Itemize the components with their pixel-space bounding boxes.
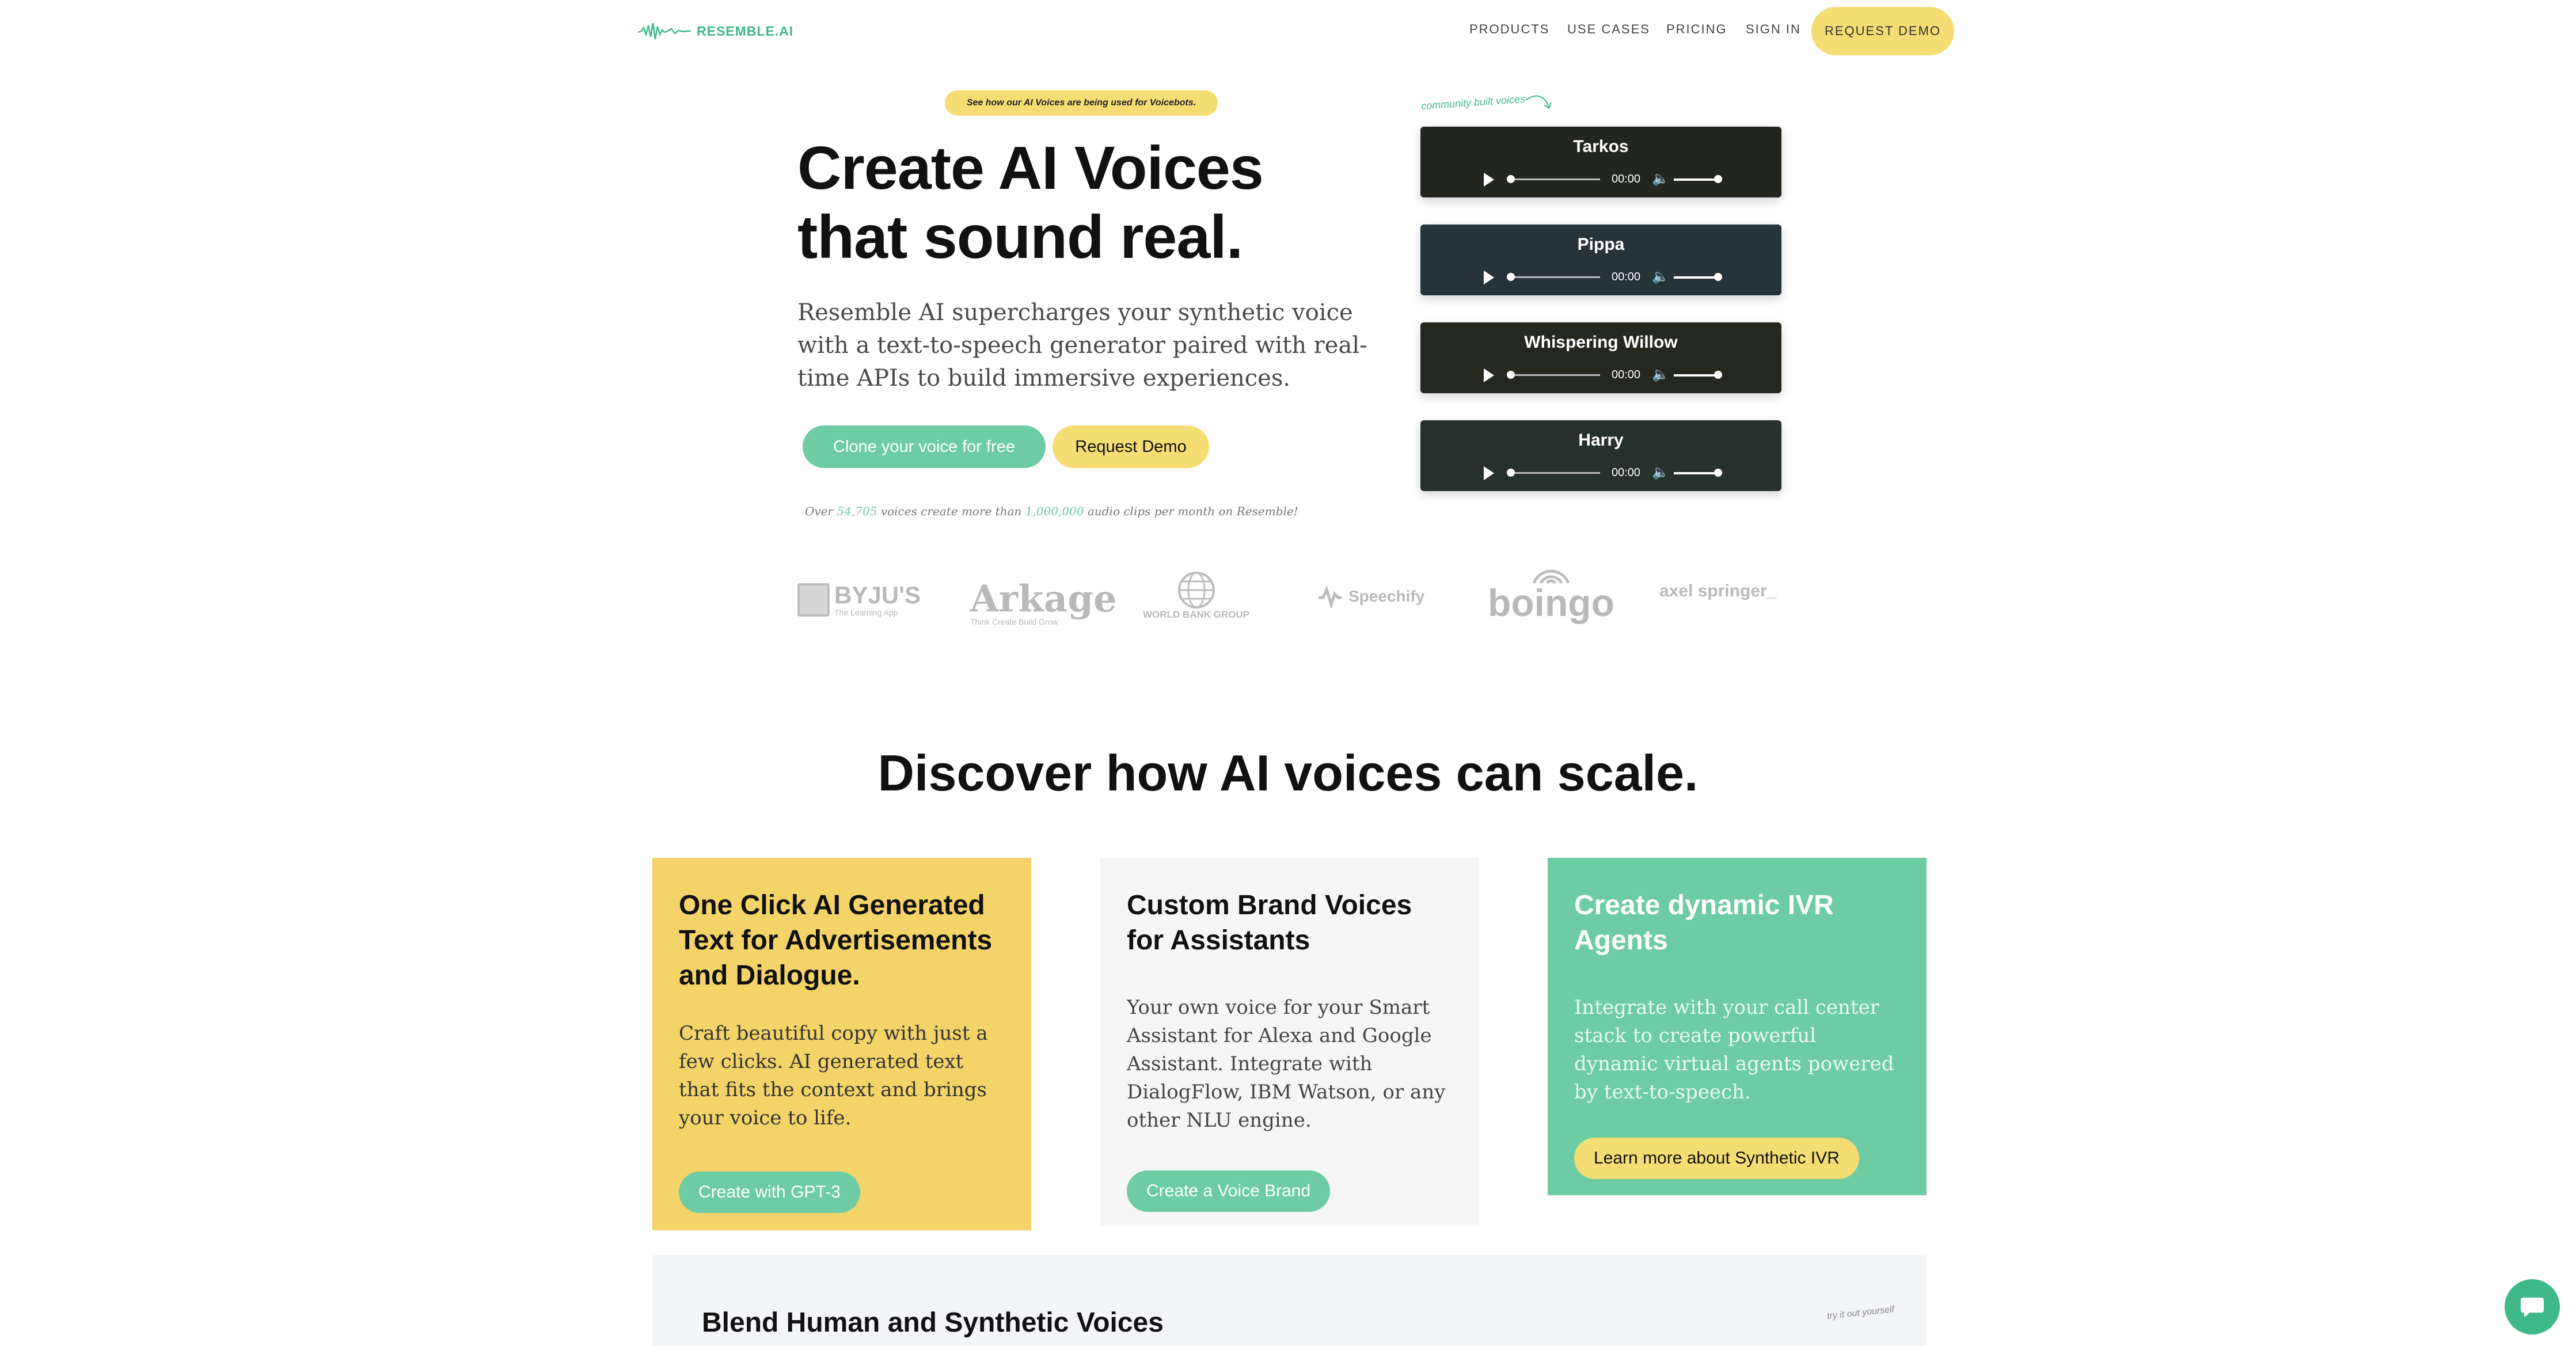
card-title: Custom Brand Voices for Assistants (1127, 890, 1412, 956)
volume-icon[interactable]: 🔈 (1652, 270, 1669, 284)
axel-springer-logo: axel springer_ (1659, 581, 1776, 601)
world-bank-logo-text: WORLD BANK GROUP (1143, 609, 1250, 620)
chat-launcher-button[interactable] (2505, 1279, 2560, 1334)
speechify-logo-text: Speechify (1348, 587, 1425, 605)
volume-handle[interactable] (1714, 371, 1722, 379)
nav-use-cases[interactable]: USE CASES (1567, 22, 1650, 37)
boingo-logo: boingo (1488, 567, 1614, 624)
request-demo-nav-button[interactable]: REQUEST DEMO (1811, 7, 1954, 55)
volume-slider[interactable] (1674, 374, 1718, 377)
community-voices-note: community built voices (1420, 93, 1526, 112)
world-bank-logo: WORLD BANK GROUP (1143, 570, 1249, 619)
voice-name: Tarkos (1573, 137, 1629, 156)
request-demo-button[interactable]: Request Demo (1053, 425, 1209, 468)
volume-handle[interactable] (1714, 469, 1722, 477)
arkage-logo-text: Arkage (970, 577, 1117, 621)
hero-subtitle: Resemble AI supercharges your synthetic … (797, 299, 1367, 391)
seek-bar[interactable] (1508, 178, 1600, 180)
volume-handle[interactable] (1714, 273, 1722, 281)
logo-text: RESEMBLE.AI (697, 23, 794, 39)
voice-player-whispering-willow: Whispering Willow 00:00 🔈 (1420, 322, 1781, 393)
byjus-logo: BYJU'S The Learning App (797, 583, 921, 617)
volume-slider[interactable] (1674, 178, 1718, 181)
voicebots-announcement-pill[interactable]: See how our AI Voices are being used for… (945, 90, 1218, 116)
volume-icon[interactable]: 🔈 (1652, 466, 1669, 480)
voice-name: Pippa (1577, 235, 1625, 254)
hero-title-line-2: that sound real. (797, 203, 1243, 271)
usage-stats: Over 54,705 voices create more than 1,00… (805, 504, 1298, 518)
resemble-fill-title: Blend Human and Synthetic Voices with Re… (702, 1307, 1164, 1346)
play-icon[interactable] (1484, 173, 1494, 187)
time-display: 00:00 (1612, 271, 1641, 283)
voice-name: Whispering Willow (1524, 333, 1678, 352)
volume-handle[interactable] (1714, 175, 1722, 183)
seek-handle[interactable] (1507, 371, 1515, 379)
byjus-mark-icon (797, 583, 830, 617)
chat-bubble-icon (2521, 1298, 2544, 1317)
stats-voices-count: 54,705 (837, 504, 877, 518)
arkage-logo: Arkage Think Create Build Grow (970, 577, 1117, 627)
stats-clips-count: 1,000,000 (1025, 504, 1084, 518)
play-icon[interactable] (1484, 271, 1494, 284)
stats-middle: voices create more than (880, 504, 1022, 518)
globe-icon (1177, 572, 1215, 609)
voice-player-tarkos: Tarkos 00:00 🔈 (1420, 127, 1781, 197)
waveform-logo-icon (638, 22, 691, 40)
seek-bar[interactable] (1508, 276, 1600, 278)
card-gpt3-ads: One Click AI Generated Text for Advertis… (652, 858, 1031, 1230)
seek-bar[interactable] (1508, 374, 1600, 376)
play-icon[interactable] (1484, 368, 1494, 382)
hero-title-line-1: Create AI Voices (797, 134, 1264, 202)
boingo-logo-text: boingo (1488, 581, 1614, 624)
card-body: Your own voice for your Smart Assistant … (1127, 996, 1446, 1132)
create-with-gpt3-button[interactable]: Create with GPT-3 (679, 1172, 860, 1213)
volume-icon[interactable]: 🔈 (1652, 172, 1669, 186)
volume-icon[interactable]: 🔈 (1652, 368, 1669, 382)
time-display: 00:00 (1612, 173, 1641, 185)
seek-handle[interactable] (1507, 273, 1515, 281)
play-icon[interactable] (1484, 466, 1494, 480)
time-display: 00:00 (1612, 466, 1641, 479)
speechify-logo: Speechify (1317, 585, 1424, 608)
seek-handle[interactable] (1507, 175, 1515, 183)
voice-player-pippa: Pippa 00:00 🔈 (1420, 225, 1781, 295)
stats-suffix: audio clips per month on Resemble! (1087, 504, 1298, 518)
logo[interactable]: RESEMBLE.AI (638, 17, 793, 45)
try-it-note: try it out yourself (1826, 1304, 1895, 1322)
time-display: 00:00 (1612, 368, 1641, 381)
byjus-logo-subtext: The Learning App (834, 608, 898, 617)
resemble-fill-section: Blend Human and Synthetic Voices with Re… (652, 1255, 1926, 1346)
seek-bar[interactable] (1508, 472, 1600, 474)
card-body: Craft beautiful copy with just a few cli… (679, 1022, 988, 1130)
arkage-logo-subtext: Think Create Build Grow (970, 617, 1058, 626)
volume-slider[interactable] (1674, 472, 1718, 474)
nav-pricing[interactable]: PRICING (1666, 22, 1727, 37)
volume-slider[interactable] (1674, 276, 1718, 279)
section-title: Discover how AI voices can scale. (877, 744, 1699, 801)
card-ivr-agents: Create dynamic IVR Agents Integrate with… (1548, 858, 1927, 1195)
nav-products[interactable]: PRODUCTS (1469, 22, 1549, 37)
card-body: Integrate with your call center stack to… (1574, 996, 1894, 1104)
byjus-logo-text: BYJU'S (834, 581, 921, 609)
curved-arrow-icon (1525, 95, 1552, 109)
axel-springer-logo-text: axel springer_ (1659, 581, 1777, 600)
create-voice-brand-button[interactable]: Create a Voice Brand (1127, 1170, 1331, 1212)
voice-name: Harry (1578, 431, 1624, 450)
speechify-wave-icon (1319, 585, 1342, 608)
card-title: Create dynamic IVR Agents (1574, 890, 1834, 956)
clone-voice-button[interactable]: Clone your voice for free (803, 425, 1046, 468)
card-title: One Click AI Generated Text for Advertis… (679, 890, 993, 991)
voice-player-harry: Harry 00:00 🔈 (1420, 420, 1781, 491)
learn-synthetic-ivr-button[interactable]: Learn more about Synthetic IVR (1574, 1138, 1859, 1179)
seek-handle[interactable] (1507, 469, 1515, 477)
card-brand-voices: Custom Brand Voices for Assistants Your … (1100, 858, 1479, 1226)
stats-prefix: Over (805, 504, 834, 518)
hero-title: Create AI Voices that sound real. (797, 134, 1373, 272)
nav-sign-in[interactable]: SIGN IN (1746, 22, 1801, 37)
